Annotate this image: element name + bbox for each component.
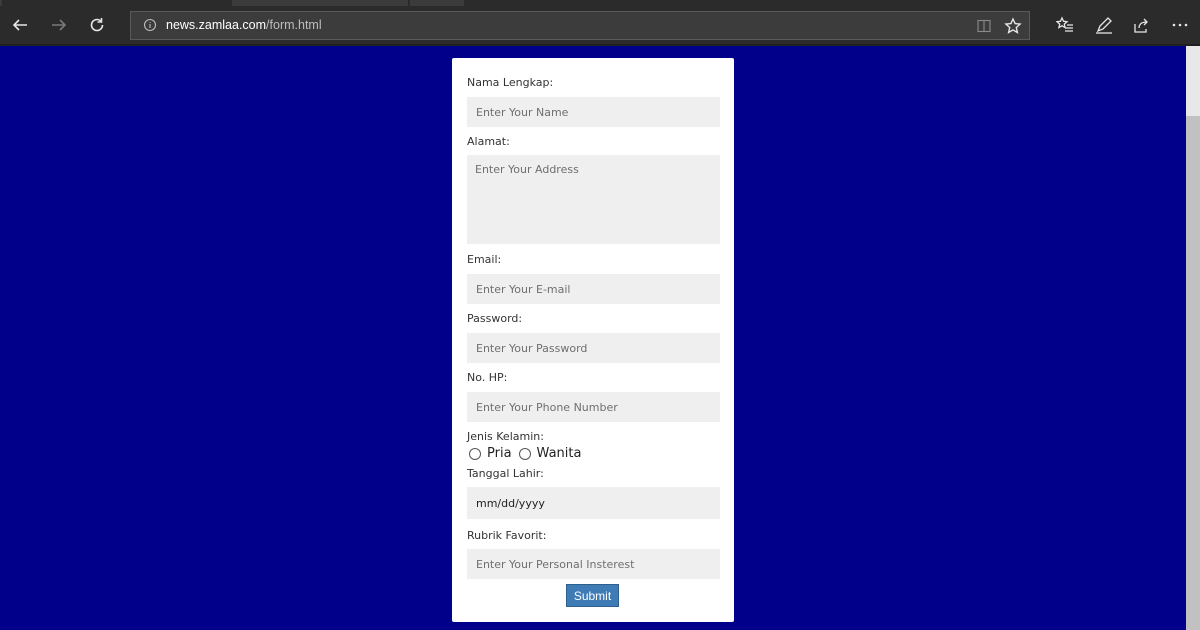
browser-toolbar: news.zamlaa.com/form.html (0, 6, 1200, 44)
refresh-icon (90, 18, 104, 32)
password-label: Password: (467, 312, 523, 325)
name-input[interactable] (467, 97, 720, 127)
more-button[interactable] (1169, 14, 1191, 36)
forward-button[interactable] (44, 10, 74, 40)
more-dots-icon (1172, 23, 1188, 27)
birthdate-input[interactable]: mm/dd/yyyy (467, 487, 720, 519)
back-button[interactable] (5, 10, 35, 40)
share-button[interactable] (1130, 14, 1152, 36)
address-label: Alamat: (467, 135, 510, 148)
url-text[interactable]: news.zamlaa.com/form.html (166, 18, 322, 32)
pen-icon (1096, 17, 1112, 34)
address-textarea[interactable] (467, 155, 720, 244)
star-icon[interactable] (1004, 17, 1022, 35)
url-host: news.zamlaa.com (166, 18, 267, 32)
refresh-button[interactable] (82, 10, 112, 40)
info-icon[interactable] (143, 18, 157, 32)
gender-radio-pria[interactable] (469, 447, 481, 460)
favorites-hub-button[interactable] (1054, 14, 1076, 36)
birthdate-label: Tanggal Lahir: (467, 467, 544, 480)
vertical-scrollbar[interactable] (1186, 46, 1200, 630)
gender-radio-wanita[interactable] (518, 447, 531, 460)
submit-button[interactable]: Submit (566, 584, 619, 607)
favorites-list-icon (1056, 16, 1073, 32)
phone-input[interactable] (467, 392, 720, 422)
password-input[interactable] (467, 333, 720, 363)
address-bar[interactable]: news.zamlaa.com/form.html (130, 11, 1030, 40)
registration-form: Nama Lengkap: Alamat: Email: Password: N… (452, 58, 734, 622)
share-icon (1134, 18, 1148, 33)
email-label: Email: (467, 253, 502, 266)
gender-option-label: Wanita (536, 446, 582, 461)
forward-arrow-icon (52, 19, 67, 31)
url-path: /form.html (266, 18, 322, 32)
gender-option-label: Pria (487, 446, 512, 461)
back-arrow-icon (12, 19, 27, 31)
scrollbar-thumb[interactable] (1186, 46, 1200, 116)
birthdate-value: mm/dd/yyyy (476, 496, 545, 510)
toolbar-border (0, 44, 1200, 46)
web-note-button[interactable] (1093, 14, 1115, 36)
gender-options: Pria Wanita (469, 446, 588, 461)
gender-label: Jenis Kelamin: (467, 430, 544, 443)
interest-input[interactable] (467, 549, 720, 579)
phone-label: No. HP: (467, 371, 508, 384)
email-input[interactable] (467, 274, 720, 304)
reading-view-icon[interactable] (976, 18, 992, 34)
name-label: Nama Lengkap: (467, 76, 554, 89)
interest-label: Rubrik Favorit: (467, 529, 547, 542)
